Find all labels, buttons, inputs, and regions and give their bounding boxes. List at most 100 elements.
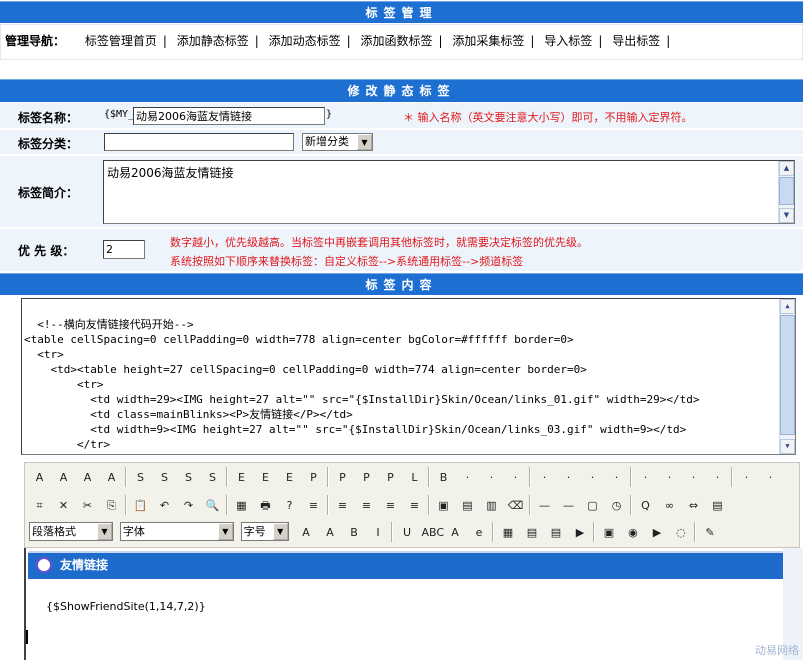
toolbar-row2-button-18[interactable]: ▥ xyxy=(481,495,502,516)
tag-category-input[interactable] xyxy=(104,133,294,151)
toolbar-row3-button-14[interactable]: ▶ xyxy=(646,522,667,543)
toolbar-row3-button-2[interactable]: B xyxy=(343,522,364,543)
toolbar-row3-button-13[interactable]: ◉ xyxy=(622,522,643,543)
nav-link-export[interactable]: 导出标签 xyxy=(612,34,660,48)
toolbar-row2-button-4[interactable]: 📋 xyxy=(130,495,151,516)
tag-content-textarea[interactable]: <!--横向友情链接代码开始--> <table cellSpacing=0 c… xyxy=(21,298,796,455)
toolbar-row1-button-20[interactable]: · xyxy=(534,467,555,488)
wysiwyg-editor[interactable]: 友情链接 {$ShowFriendSite(1,14,7,2)} xyxy=(24,548,783,660)
chevron-down-icon[interactable]: ▼ xyxy=(357,134,372,150)
toolbar-row2-button-5[interactable]: ↶ xyxy=(154,495,175,516)
toolbar-row2-button-20[interactable]: — xyxy=(534,495,555,516)
tag-intro-textarea[interactable]: 动易2006海蓝友情链接 ▲ ▼ xyxy=(103,160,795,224)
toolbar-row2-button-16[interactable]: ▣ xyxy=(433,495,454,516)
toolbar-row1-button-8[interactable]: E xyxy=(231,467,252,488)
toolbar-row2-button-1[interactable]: ✕ xyxy=(53,495,74,516)
toolbar-row2-button-17[interactable]: ▤ xyxy=(457,495,478,516)
toolbar-row1-button-28[interactable]: · xyxy=(736,467,757,488)
toolbar-row2-button-0[interactable]: ⌗ xyxy=(29,495,50,516)
nav-link-add-dynamic[interactable]: 添加动态标签 xyxy=(269,34,341,48)
toolbar-row3-button-5[interactable]: ABC xyxy=(420,522,444,543)
toolbar-row2-button-13[interactable]: ≡ xyxy=(356,495,377,516)
toolbar-row1-button-21[interactable]: · xyxy=(558,467,579,488)
toolbar-row1-button-3[interactable]: A xyxy=(101,467,122,488)
toolbar-row3-button-0[interactable]: A xyxy=(295,522,316,543)
toolbar-row2-button-15[interactable]: ≡ xyxy=(404,495,425,516)
nav-link-add-collect[interactable]: 添加采集标签 xyxy=(452,34,524,48)
toolbar-row2-button-25[interactable]: ∞ xyxy=(659,495,680,516)
chevron-down-icon[interactable]: ▼ xyxy=(217,523,233,540)
toolbar-row3-button-1[interactable]: A xyxy=(319,522,340,543)
code-scrollbar[interactable]: ▲ ▼ xyxy=(779,299,795,454)
toolbar-row2-button-12[interactable]: ≡ xyxy=(332,495,353,516)
toolbar-row2-button-6[interactable]: ↷ xyxy=(178,495,199,516)
toolbar-row1-button-13[interactable]: P xyxy=(356,467,377,488)
toolbar-row2-button-2[interactable]: ✂ xyxy=(77,495,98,516)
toolbar-row3-button-12[interactable]: ▣ xyxy=(598,522,619,543)
toolbar-row1-button-9[interactable]: E xyxy=(255,467,276,488)
toolbar-row1-button-18[interactable]: · xyxy=(481,467,502,488)
chevron-down-icon[interactable]: ▼ xyxy=(272,523,288,540)
toolbar-row1-button-15[interactable]: L xyxy=(404,467,425,488)
toolbar-row2-button-11[interactable]: ≡ xyxy=(303,495,324,516)
chevron-down-icon[interactable]: ▼ xyxy=(97,523,112,540)
toolbar-row2-button-7[interactable]: 🔍 xyxy=(202,495,223,516)
toolbar-row1-button-19[interactable]: · xyxy=(505,467,526,488)
nav-link-add-function[interactable]: 添加函数标签 xyxy=(361,34,433,48)
toolbar-row2-button-9[interactable]: 🖶 xyxy=(255,495,276,516)
scroll-down-icon[interactable]: ▼ xyxy=(779,208,794,223)
toolbar-row1-button-12[interactable]: P xyxy=(332,467,353,488)
toolbar-row3-button-8[interactable]: ▦ xyxy=(497,522,518,543)
toolbar-row3-button-7[interactable]: e xyxy=(468,522,489,543)
toolbar-row1-button-23[interactable]: · xyxy=(606,467,627,488)
scroll-thumb[interactable] xyxy=(780,315,795,435)
toolbar-row2-button-21[interactable]: — xyxy=(558,495,579,516)
toolbar-row1-button-10[interactable]: E xyxy=(279,467,300,488)
toolbar-row1-button-4[interactable]: S xyxy=(130,467,151,488)
font-select[interactable]: 字体 ▼ xyxy=(119,522,234,541)
toolbar-row1-button-24[interactable]: · xyxy=(635,467,656,488)
toolbar-row1-button-26[interactable]: · xyxy=(683,467,704,488)
toolbar-row3-button-11[interactable]: ▶ xyxy=(569,522,590,543)
toolbar-row3-button-10[interactable]: ▤ xyxy=(545,522,566,543)
toolbar-row1-button-25[interactable]: · xyxy=(659,467,680,488)
toolbar-row3-button-15[interactable]: ◌ xyxy=(670,522,691,543)
scroll-thumb[interactable] xyxy=(779,177,794,205)
toolbar-row2-button-19[interactable]: ⌫ xyxy=(505,495,526,516)
toolbar-row2-button-3[interactable]: ⎘ xyxy=(101,495,122,516)
nav-link-home[interactable]: 标签管理首页 xyxy=(85,34,157,48)
tag-category-select[interactable]: 新增分类 ▼ xyxy=(302,133,373,151)
scroll-up-icon[interactable]: ▲ xyxy=(779,161,794,176)
toolbar-row2-button-14[interactable]: ≡ xyxy=(380,495,401,516)
toolbar-row1-button-7[interactable]: S xyxy=(202,467,223,488)
toolbar-row2-button-26[interactable]: ⇔ xyxy=(683,495,704,516)
toolbar-row2-button-23[interactable]: ◷ xyxy=(606,495,627,516)
font-size-select[interactable]: 字号 ▼ xyxy=(240,522,289,541)
toolbar-row3-button-6[interactable]: A xyxy=(444,522,465,543)
scroll-down-icon[interactable]: ▼ xyxy=(780,439,795,454)
toolbar-row1-button-1[interactable]: A xyxy=(53,467,74,488)
toolbar-row1-button-29[interactable]: · xyxy=(760,467,781,488)
paragraph-format-select[interactable]: 段落格式 ▼ xyxy=(29,522,113,541)
toolbar-row1-button-6[interactable]: S xyxy=(178,467,199,488)
toolbar-row1-button-0[interactable]: A xyxy=(29,467,50,488)
toolbar-row1-button-27[interactable]: · xyxy=(707,467,728,488)
priority-input[interactable]: 2 xyxy=(103,240,145,259)
toolbar-row1-button-5[interactable]: S xyxy=(154,467,175,488)
toolbar-row1-button-14[interactable]: P xyxy=(380,467,401,488)
toolbar-row1-button-17[interactable]: · xyxy=(457,467,478,488)
intro-scrollbar[interactable]: ▲ ▼ xyxy=(778,161,794,223)
nav-link-add-static[interactable]: 添加静态标签 xyxy=(177,34,249,48)
toolbar-row3-button-9[interactable]: ▤ xyxy=(521,522,542,543)
toolbar-row3-button-4[interactable]: U xyxy=(396,522,417,543)
toolbar-row1-button-2[interactable]: A xyxy=(77,467,98,488)
toolbar-row2-button-24[interactable]: Q xyxy=(635,495,656,516)
toolbar-row1-button-22[interactable]: · xyxy=(582,467,603,488)
toolbar-row2-button-22[interactable]: ▢ xyxy=(582,495,603,516)
toolbar-row3-button-3[interactable]: I xyxy=(367,522,388,543)
toolbar-row1-button-11[interactable]: P xyxy=(303,467,324,488)
toolbar-row2-button-8[interactable]: ▦ xyxy=(231,495,252,516)
toolbar-row2-button-27[interactable]: ▤ xyxy=(707,495,728,516)
tag-name-input[interactable]: 动易2006海蓝友情链接 xyxy=(133,107,325,125)
nav-link-import[interactable]: 导入标签 xyxy=(544,34,592,48)
